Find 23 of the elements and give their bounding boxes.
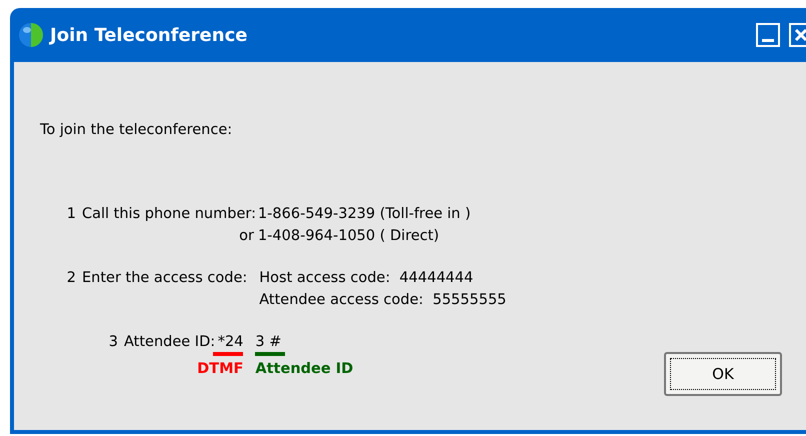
- step-number: 1: [66, 206, 77, 222]
- step-text: Attendee access code: 55555555: [259, 292, 506, 308]
- code-caption: DTMF: [197, 361, 244, 377]
- step-text: 1-866-549-3239 (Toll-free in ): [258, 206, 471, 222]
- minimize-button[interactable]: [756, 23, 780, 47]
- close-icon: [794, 28, 806, 42]
- step-label: Enter the access code:: [82, 270, 248, 286]
- step-label: Attendee ID:: [124, 334, 216, 350]
- close-button[interactable]: [789, 23, 806, 47]
- code-text: 3 #: [255, 334, 282, 350]
- step-text: or: [238, 228, 255, 244]
- step-number: 3: [108, 334, 119, 350]
- step-number: 2: [66, 270, 77, 286]
- step-text: 1-408-964-1050 ( Direct): [258, 228, 440, 244]
- intro-text: To join the teleconference:: [40, 122, 234, 138]
- globe-icon: [18, 22, 44, 48]
- ok-button[interactable]: OK: [664, 352, 782, 396]
- minimize-icon: [762, 38, 774, 42]
- code-text: *24: [218, 334, 244, 350]
- step-label: Call this phone number:: [82, 206, 257, 222]
- code-caption: Attendee ID: [255, 361, 354, 377]
- step-text: Host access code: 44444444: [259, 270, 474, 286]
- window-title: Join Teleconference: [50, 24, 248, 46]
